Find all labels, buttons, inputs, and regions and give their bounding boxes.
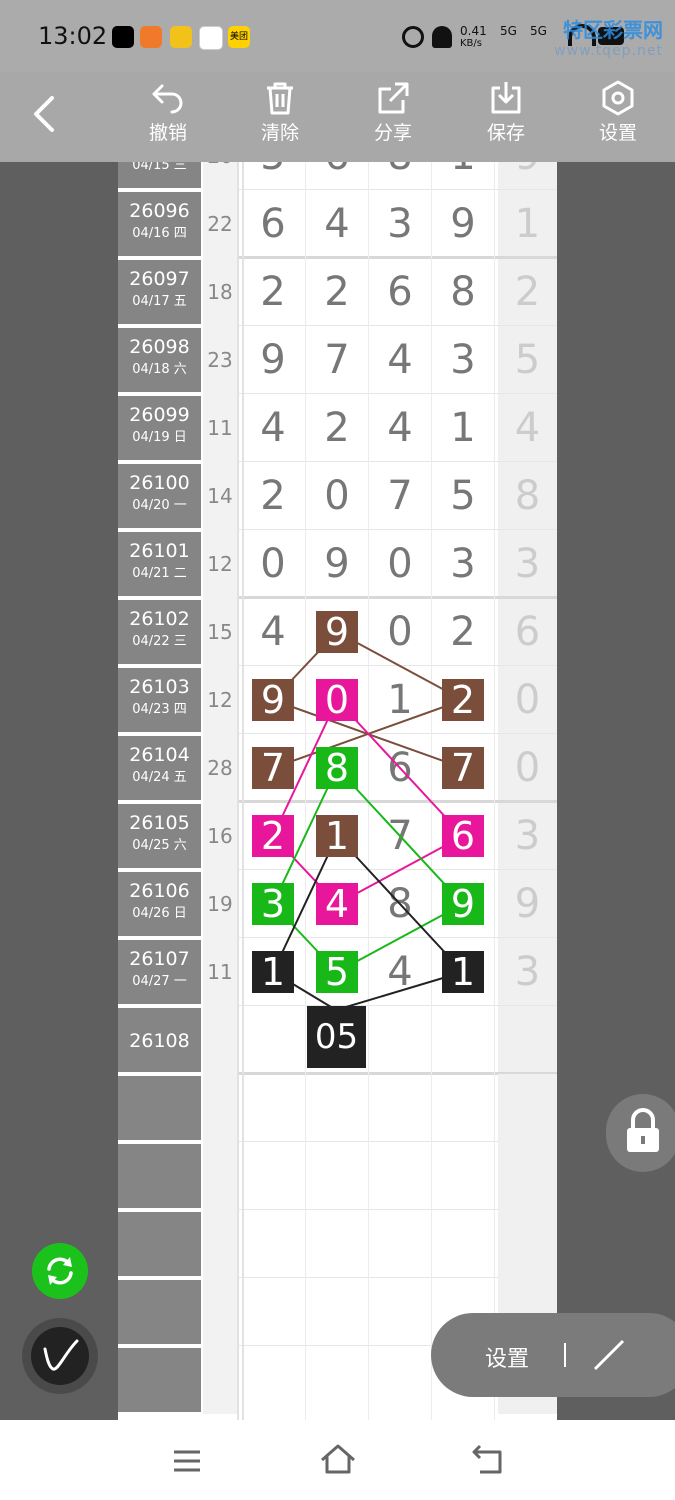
video-app-icon — [140, 26, 162, 48]
highlighted-digit[interactable]: 6 — [442, 815, 484, 857]
status-bar: 13:02 美团 0.41 KB/s 5G 5G 特区彩票网 www.tqep.… — [0, 0, 675, 72]
signal-label-2: 5G — [530, 24, 547, 38]
share-label: 分享 — [373, 122, 412, 144]
line-tool-icon[interactable] — [589, 1335, 629, 1375]
highlighted-digit[interactable]: 1 — [252, 951, 294, 993]
undo-icon — [152, 84, 183, 114]
status-time: 13:02 — [38, 22, 108, 50]
menu-icon[interactable] — [170, 1446, 204, 1476]
coin-app-icon — [170, 26, 192, 48]
highlighted-digit[interactable]: 4 — [316, 883, 358, 925]
highlighted-digit[interactable]: 2 — [252, 815, 294, 857]
lock-button[interactable] — [606, 1094, 675, 1172]
pen-icon — [43, 1339, 79, 1371]
clear-label: 清除 — [260, 122, 299, 144]
download-icon — [491, 82, 521, 114]
settings-button[interactable]: 设置 — [578, 80, 658, 145]
home-icon[interactable] — [318, 1442, 358, 1476]
left-margin — [0, 162, 118, 1420]
highlighted-digit[interactable]: 5 — [316, 951, 358, 993]
highlighted-digit[interactable]: 9 — [442, 883, 484, 925]
mute-icon — [432, 26, 452, 48]
tiktok-icon — [112, 26, 134, 48]
share-icon — [378, 82, 409, 114]
save-label: 保存 — [486, 122, 525, 144]
chevron-left-icon — [34, 96, 54, 132]
signal-label-1: 5G — [500, 24, 517, 38]
clear-button[interactable]: 清除 — [240, 80, 320, 145]
toolbar: 撤销 清除 分享 保存 设置 — [0, 72, 675, 162]
refresh-icon — [47, 1257, 73, 1285]
highlighted-digit[interactable]: 0 — [316, 679, 358, 721]
highlighted-digit[interactable]: 1 — [442, 951, 484, 993]
undo-button[interactable]: 撤销 — [128, 80, 208, 145]
watermark-title: 特区彩票网 — [563, 18, 663, 42]
share-button[interactable]: 分享 — [353, 80, 433, 145]
undo-label: 撤销 — [148, 122, 187, 144]
system-nav-bar — [0, 1420, 675, 1500]
watermark-url: www.tqep.net — [554, 43, 663, 59]
net-speed: 0.41 — [460, 24, 487, 38]
highlighted-digit[interactable]: 3 — [252, 883, 294, 925]
highlighted-digit[interactable]: 9 — [252, 679, 294, 721]
highlighted-digit[interactable]: 9 — [316, 611, 358, 653]
highlighted-digit[interactable]: 7 — [252, 747, 294, 789]
highlighted-digit[interactable]: 1 — [316, 815, 358, 857]
trend-lines — [272, 631, 464, 1011]
back-nav-icon[interactable] — [470, 1442, 506, 1476]
meituan-icon: 美团 — [228, 26, 250, 48]
right-margin — [557, 162, 675, 1420]
highlighted-digit[interactable]: 2 — [442, 679, 484, 721]
cloud-app-icon — [199, 26, 223, 50]
lock-icon — [627, 1108, 659, 1152]
watermark: 特区彩票网 www.tqep.net — [554, 14, 663, 59]
gear-icon — [602, 80, 634, 116]
trend-chart-sheet[interactable]: 2609504/15 三20568192609604/16 四226439126… — [118, 162, 557, 1420]
refresh-button[interactable] — [32, 1243, 88, 1299]
alarm-icon — [402, 26, 424, 48]
trash-icon — [267, 82, 293, 115]
settings-label: 设置 — [598, 122, 637, 144]
prediction-badge[interactable]: 05 — [307, 1006, 366, 1068]
highlighted-digit[interactable]: 8 — [316, 747, 358, 789]
highlighted-digit[interactable]: 7 — [442, 747, 484, 789]
pill-divider — [564, 1343, 566, 1367]
back-button[interactable] — [28, 92, 62, 140]
net-unit: KB/s — [460, 38, 482, 49]
pen-button[interactable] — [22, 1318, 98, 1394]
save-button[interactable]: 保存 — [466, 80, 546, 145]
